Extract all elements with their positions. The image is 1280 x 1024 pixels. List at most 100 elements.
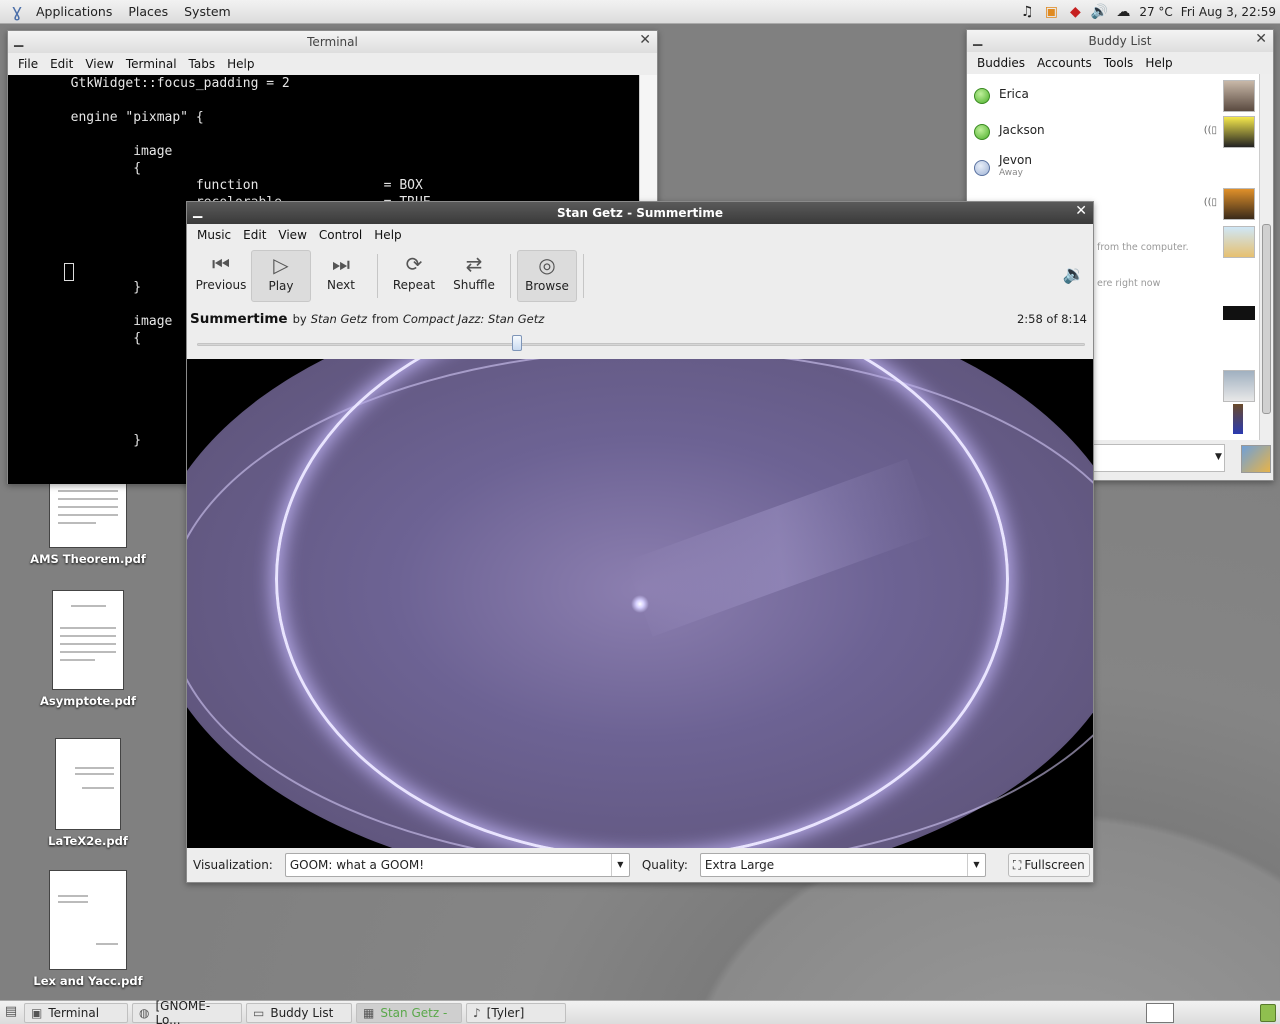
visualization-area[interactable] <box>187 359 1093 848</box>
shuffle-icon: ⇄ <box>465 252 483 276</box>
music-note-icon[interactable]: ♫ <box>1017 2 1037 22</box>
desktop-icon-asymptote[interactable]: Asymptote.pdf <box>28 590 148 708</box>
menu-help[interactable]: Help <box>1139 56 1178 70</box>
song-album: Compact Jazz: Stan Getz <box>402 312 545 326</box>
menu-help[interactable]: Help <box>221 57 260 71</box>
browse-button[interactable]: ◎ Browse <box>517 250 577 302</box>
button-label: Fullscreen <box>1024 858 1085 872</box>
menu-tabs[interactable]: Tabs <box>183 57 222 71</box>
seek-slider[interactable] <box>187 332 1093 356</box>
buddy-status-text: Away <box>999 168 1023 178</box>
minimize-icon[interactable]: ▁ <box>193 204 202 218</box>
visualization-controls: Visualization: GOOM: what a GOOM! ▼ Qual… <box>187 848 1093 882</box>
desktop-icon-ams-theorem[interactable]: AMS Theorem.pdf <box>28 484 148 566</box>
seek-track[interactable] <box>197 343 1085 346</box>
from-word: from <box>372 312 399 326</box>
away-status-icon <box>974 160 990 176</box>
menu-file[interactable]: File <box>12 57 44 71</box>
toolbar-separator <box>377 254 378 298</box>
menu-terminal[interactable]: Terminal <box>120 57 183 71</box>
chat-bubble-icon[interactable]: ▣ <box>1041 2 1061 22</box>
menu-control[interactable]: Control <box>313 228 368 242</box>
terminal-cursor <box>64 263 74 281</box>
buddy-icon-button[interactable] <box>1241 445 1271 473</box>
task-label: [Tyler] <box>486 1005 525 1020</box>
buddy-row-jevon[interactable]: Jevon Away <box>967 150 1261 186</box>
task-terminal[interactable]: ▣ Terminal <box>24 1002 128 1023</box>
buddy-list-scrollbar[interactable] <box>1259 74 1273 440</box>
play-button[interactable]: ▷ Play <box>251 250 311 302</box>
repeat-button[interactable]: ⟳ Repeat <box>384 250 444 302</box>
now-playing-info: Summertime by Stan Getz from Compact Jaz… <box>187 306 1093 332</box>
show-desktop-icon[interactable]: ▤ <box>2 1004 20 1022</box>
seek-handle[interactable] <box>511 335 522 351</box>
repeat-icon: ⟳ <box>405 252 423 276</box>
scrollbar-thumb[interactable] <box>1262 224 1271 414</box>
gnome-foot-icon[interactable]: ɣ <box>6 1 28 23</box>
available-status-icon <box>974 124 990 140</box>
minimize-icon[interactable]: ▁ <box>973 32 982 46</box>
buddy-list-titlebar[interactable]: ▁ Buddy List ✕ <box>967 30 1273 52</box>
weather-cloud-icon[interactable]: ☁ <box>1113 2 1133 22</box>
button-label: Next <box>327 278 355 292</box>
menu-tools[interactable]: Tools <box>1098 56 1140 70</box>
menu-edit[interactable]: Edit <box>44 57 79 71</box>
skip-back-icon: ⏮ <box>212 252 230 276</box>
buddy-row-erica[interactable]: Erica <box>967 78 1261 114</box>
visualization-select[interactable]: GOOM: what a GOOM! ▼ <box>284 853 630 877</box>
volume-button[interactable]: 🔉 <box>1063 264 1085 285</box>
browse-disc-icon: ◎ <box>538 253 556 277</box>
buddy-avatar <box>1223 226 1255 258</box>
workspace-switcher[interactable] <box>1146 1003 1174 1023</box>
menu-accounts[interactable]: Accounts <box>1031 56 1098 70</box>
ruby-gem-icon[interactable]: ◆ <box>1065 2 1085 22</box>
previous-button[interactable]: ⏮ Previous <box>191 250 251 302</box>
close-icon[interactable]: ✕ <box>639 32 651 48</box>
menu-edit[interactable]: Edit <box>237 228 272 242</box>
minimize-icon[interactable]: ▁ <box>14 33 23 47</box>
quality-select[interactable]: Extra Large ▼ <box>699 853 986 877</box>
fullscreen-button[interactable]: ⛶ Fullscreen <box>1007 853 1090 877</box>
close-icon[interactable]: ✕ <box>1075 203 1087 219</box>
task-gnome-login[interactable]: ◍ [GNOME-Lo... <box>132 999 242 1024</box>
toolbar-separator <box>510 254 511 298</box>
menu-buddies[interactable]: Buddies <box>971 56 1031 70</box>
shuffle-button[interactable]: ⇄ Shuffle <box>444 250 504 302</box>
button-label: Shuffle <box>453 278 495 292</box>
applications-menu[interactable]: Applications <box>28 4 120 19</box>
menu-view[interactable]: View <box>79 57 119 71</box>
desktop-icon-latex2e[interactable]: LaTeX2e.pdf <box>28 738 148 848</box>
window-title: Stan Getz - Summertime <box>557 206 723 220</box>
window-icon: ▭ <box>253 1005 265 1020</box>
menu-view[interactable]: View <box>272 228 312 242</box>
places-menu[interactable]: Places <box>120 4 176 19</box>
quality-label: Quality: <box>641 858 688 872</box>
buddy-row-jackson[interactable]: Jackson ((▯ <box>967 114 1261 150</box>
clock[interactable]: Fri Aug 3, 22:59 <box>1181 5 1276 19</box>
window-title: Buddy List <box>1088 34 1152 48</box>
menu-music[interactable]: Music <box>191 228 237 242</box>
rhythmbox-titlebar[interactable]: ▁ Stan Getz - Summertime ✕ <box>187 202 1093 224</box>
chevron-down-icon[interactable]: ▼ <box>1215 452 1222 462</box>
skip-forward-icon: ⏭ <box>332 252 350 276</box>
temperature-readout[interactable]: 27 °C <box>1139 5 1172 19</box>
task-tyler[interactable]: ♪ [Tyler] <box>466 1002 566 1023</box>
menu-help[interactable]: Help <box>368 228 407 242</box>
trash-icon[interactable] <box>1260 1004 1276 1022</box>
available-status-icon <box>974 88 990 104</box>
next-button[interactable]: ⏭ Next <box>311 250 371 302</box>
chevron-down-icon: ▼ <box>610 854 629 876</box>
system-menu[interactable]: System <box>176 4 239 19</box>
volume-icon[interactable]: 🔊 <box>1089 2 1109 22</box>
buddy-list-menubar: Buddies Accounts Tools Help <box>967 52 1273 74</box>
task-buddy-list[interactable]: ▭ Buddy List <box>246 1002 352 1023</box>
globe-icon: ◍ <box>139 1005 150 1020</box>
song-artist: Stan Getz <box>310 312 368 326</box>
task-stan-getz[interactable]: ▦ Stan Getz - <box>356 1002 462 1023</box>
rhythmbox-window[interactable]: ▁ Stan Getz - Summertime ✕ Music Edit Vi… <box>186 201 1094 883</box>
rhythmbox-toolbar: ⏮ Previous ▷ Play ⏭ Next ⟳ Repeat ⇄ Shuf… <box>187 246 1093 306</box>
close-icon[interactable]: ✕ <box>1255 31 1267 47</box>
rhythmbox-menubar: Music Edit View Control Help <box>187 224 1093 246</box>
terminal-titlebar[interactable]: ▁ Terminal ✕ <box>8 31 657 53</box>
desktop-icon-lex-yacc[interactable]: Lex and Yacc.pdf <box>28 870 148 988</box>
